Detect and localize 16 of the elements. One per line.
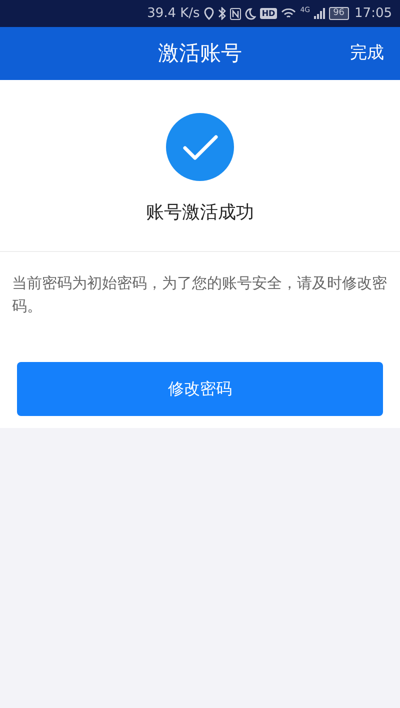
location-icon: [204, 7, 214, 20]
change-password-button[interactable]: 修改密码: [17, 362, 383, 416]
nfc-icon: [230, 8, 241, 20]
clock: 17:05: [354, 4, 392, 23]
bluetooth-icon: [218, 7, 226, 20]
hd-badge: HD: [260, 8, 278, 19]
network-speed: 39.4 K/s: [147, 4, 200, 23]
success-check-icon: [166, 113, 234, 181]
wifi-icon: [281, 8, 296, 20]
page-title: 激活账号: [158, 40, 242, 67]
moon-icon: [244, 8, 256, 20]
success-message: 账号激活成功: [146, 201, 254, 225]
done-button[interactable]: 完成: [350, 40, 384, 66]
battery-indicator: 96: [329, 7, 349, 20]
notice-text: 当前密码为初始密码，为了您的账号安全，请及时修改密码。: [12, 273, 388, 317]
signal-icon: [314, 8, 326, 19]
